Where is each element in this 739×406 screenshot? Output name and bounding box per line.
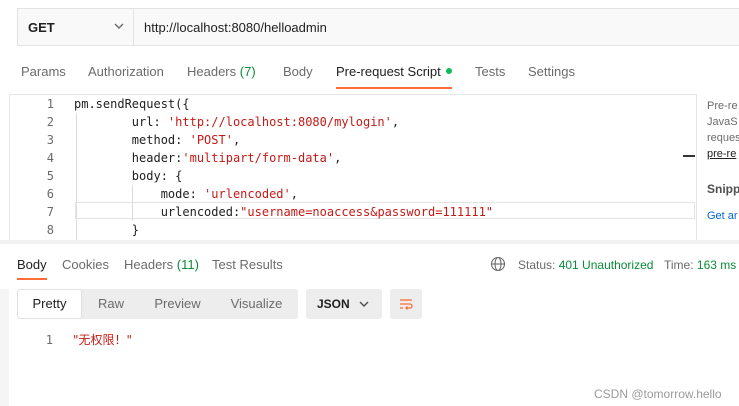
code-token: url:: [74, 115, 168, 129]
wrap-lines-icon: [400, 299, 413, 310]
code-text[interactable]: method: 'POST',: [74, 131, 240, 149]
status-value: 401 Unauthorized: [558, 258, 654, 272]
view-mode-switch: Pretty Raw Preview Visualize: [17, 289, 298, 319]
tab-headers[interactable]: Headers (7): [187, 64, 256, 79]
line-number: 8: [46, 223, 54, 237]
tab-body[interactable]: Body: [283, 64, 313, 79]
method-select[interactable]: GET: [18, 9, 134, 45]
view-visualize-button[interactable]: Visualize: [215, 289, 298, 319]
code-token: }: [74, 223, 140, 237]
tab-test-results[interactable]: Test Results: [212, 257, 283, 272]
code-text[interactable]: header:'multipart/form-data',: [74, 149, 342, 167]
line-number: 4: [46, 151, 54, 165]
chevron-down-icon: [114, 23, 124, 29]
line-number: 2: [46, 115, 54, 129]
line-number: 7: [46, 205, 54, 219]
string-literal: 'multipart/form-data': [182, 151, 335, 165]
line-number: 6: [46, 187, 54, 201]
snippet-link[interactable]: Get ar: [707, 210, 738, 222]
chevron-down-icon: [359, 301, 369, 307]
response-body-text[interactable]: "无权限！": [73, 331, 132, 349]
code-text[interactable]: mode: 'urlencoded',: [74, 185, 298, 203]
code-token: pm.sendRequest({: [74, 97, 190, 111]
time-value: 163 ms: [696, 258, 737, 272]
tab-response-body[interactable]: Body: [17, 257, 47, 272]
url-input[interactable]: http://localhost:8080/helloadmin: [144, 20, 327, 35]
pane-divider[interactable]: [0, 240, 739, 244]
view-pretty-button[interactable]: Pretty: [17, 289, 82, 319]
side-help-text: reques: [707, 132, 739, 144]
tab-params[interactable]: Params: [21, 64, 66, 79]
code-text[interactable]: }: [74, 221, 139, 239]
code-line: 7 urlencoded:"username=noaccess&password…: [10, 203, 696, 221]
response-tabs: Body Cookies Headers (11) Test Results S…: [0, 252, 739, 280]
tab-pre-request-script[interactable]: Pre-request Script: [336, 64, 452, 79]
response-time[interactable]: Time: 163 ms: [664, 258, 736, 272]
code-line: 4 header:'multipart/form-data',: [10, 149, 696, 167]
tab-settings[interactable]: Settings: [528, 64, 575, 79]
watermark: CSDN @tomorrow.hello: [594, 387, 722, 401]
code-token: body: {: [74, 169, 183, 183]
line-number: 5: [46, 169, 54, 183]
method-label: GET: [28, 20, 55, 35]
script-editor[interactable]: 1 pm.sendRequest({ 2 url: 'http://localhos…: [9, 94, 697, 241]
active-tab-indicator: [336, 87, 452, 89]
collapse-panel-icon[interactable]: [683, 155, 695, 157]
code-token: header:: [74, 151, 183, 165]
side-help-link[interactable]: pre-re: [707, 148, 736, 160]
code-token: mode:: [74, 187, 205, 201]
modified-dot-icon: [445, 68, 452, 74]
response-headers-count: (11): [176, 257, 199, 272]
line-number: 1: [45, 333, 53, 347]
response-status[interactable]: Status: 401 Unauthorized: [518, 258, 653, 272]
view-raw-button[interactable]: Raw: [82, 289, 140, 319]
code-token: urlencoded:: [74, 205, 241, 219]
format-select[interactable]: JSON: [306, 289, 382, 319]
tab-tests[interactable]: Tests: [475, 64, 505, 79]
string-literal: 'POST': [189, 133, 233, 147]
tab-cookies[interactable]: Cookies: [62, 257, 109, 272]
tab-authorization[interactable]: Authorization: [88, 64, 164, 79]
line-number: 1: [46, 97, 54, 111]
string-literal: "username=noaccess&password=111111": [240, 205, 494, 219]
code-token: method:: [74, 133, 190, 147]
code-text[interactable]: pm.sendRequest({: [74, 95, 190, 113]
snippets-heading: Snipp: [707, 182, 739, 196]
code-line: 3 method: 'POST',: [10, 131, 696, 149]
code-token: ,: [334, 151, 342, 165]
request-tabs: Params Authorization Headers (7) Body Pr…: [0, 56, 739, 90]
code-text[interactable]: body: {: [74, 167, 183, 185]
code-token: ,: [391, 115, 400, 129]
view-preview-button[interactable]: Preview: [140, 289, 215, 319]
code-line: 1 pm.sendRequest({: [10, 95, 696, 113]
active-response-tab-indicator: [17, 278, 47, 280]
code-line: 2 url: 'http://localhost:8080/mylogin',: [10, 113, 696, 131]
line-number: 3: [46, 133, 54, 147]
snippets-panel: Pre-re JavaS reques pre-re Snipp Get ar: [698, 94, 739, 241]
code-token: ,: [232, 133, 241, 147]
wrap-lines-button[interactable]: [390, 289, 422, 319]
side-help-text: Pre-re: [707, 100, 738, 112]
tab-response-headers[interactable]: Headers (11): [124, 257, 199, 272]
code-text[interactable]: urlencoded:"username=noaccess&password=1…: [74, 203, 493, 221]
headers-count: (7): [239, 64, 256, 79]
request-url-bar: GET http://localhost:8080/helloadmin: [17, 8, 739, 46]
code-text[interactable]: url: 'http://localhost:8080/mylogin',: [74, 113, 399, 131]
side-help-text: JavaS: [707, 116, 738, 128]
string-literal: 'http://localhost:8080/mylogin': [167, 115, 392, 129]
code-token: ,: [290, 187, 298, 201]
string-literal: 'urlencoded': [204, 187, 291, 201]
code-line: 8 }: [10, 221, 696, 239]
code-line: 5 body: {: [10, 167, 696, 185]
code-line: 6 mode: 'urlencoded',: [10, 185, 696, 203]
globe-icon[interactable]: [490, 256, 506, 272]
format-label: JSON: [317, 297, 350, 311]
